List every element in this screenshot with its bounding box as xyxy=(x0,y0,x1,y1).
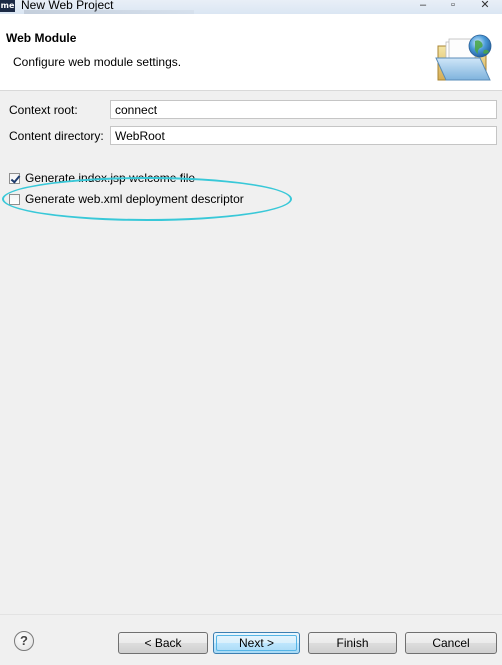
app-logo-icon: me xyxy=(0,0,15,12)
back-button[interactable]: < Back xyxy=(118,632,208,654)
web-folder-globe-icon xyxy=(435,34,492,81)
minimize-icon[interactable]: – xyxy=(413,0,433,12)
context-root-input[interactable] xyxy=(110,100,497,119)
next-button[interactable]: Next > xyxy=(213,632,300,654)
generate-index-jsp-checkbox[interactable] xyxy=(9,173,20,184)
finish-button[interactable]: Finish xyxy=(308,632,397,654)
help-icon[interactable]: ? xyxy=(14,631,34,651)
cancel-button[interactable]: Cancel xyxy=(405,632,497,654)
page-title: Web Module xyxy=(6,31,77,45)
maximize-icon[interactable]: ▫ xyxy=(443,0,463,12)
next-button-label: Next > xyxy=(238,636,274,650)
close-icon[interactable]: ✕ xyxy=(473,0,497,12)
title-bar[interactable]: me New Web Project – ▫ ✕ xyxy=(0,0,502,14)
page-description: Configure web module settings. xyxy=(13,55,182,69)
footer-separator xyxy=(0,614,502,615)
generate-web-xml-checkbox[interactable] xyxy=(9,194,20,205)
generate-index-jsp-label[interactable]: Generate index.jsp welcome file xyxy=(25,171,195,185)
content-directory-input[interactable] xyxy=(110,126,497,145)
wizard-header-banner: Web Module Configure web module settings… xyxy=(0,14,502,91)
context-root-label: Context root: xyxy=(9,103,78,117)
generate-web-xml-label[interactable]: Generate web.xml deployment descriptor xyxy=(25,192,244,206)
new-web-project-dialog: me New Web Project – ▫ ✕ Web Module Conf… xyxy=(0,0,502,665)
content-directory-label: Content directory: xyxy=(9,129,104,143)
